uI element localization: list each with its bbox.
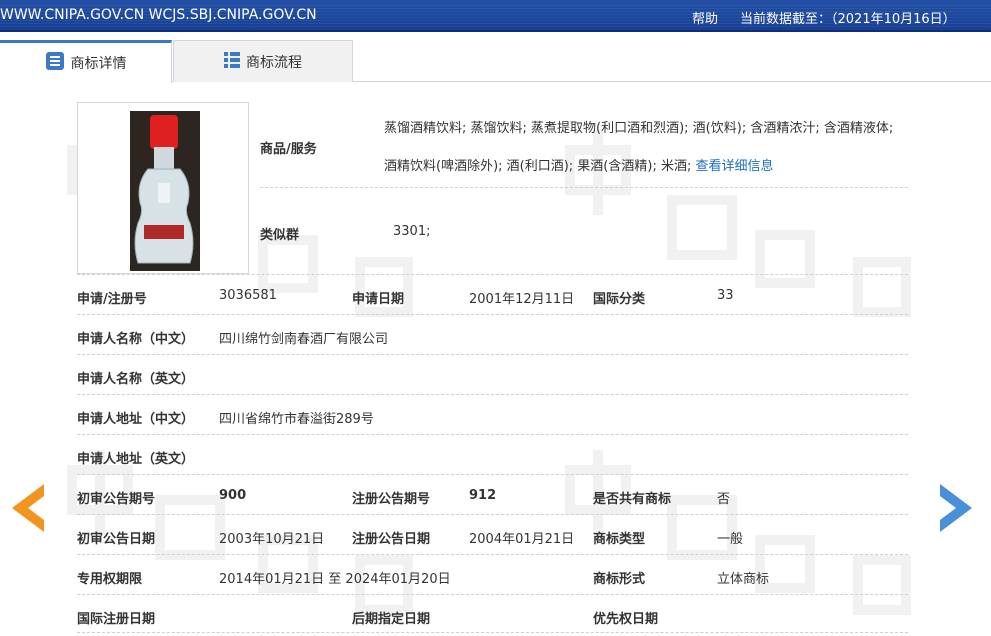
tm-type-value: 一般 [717, 532, 744, 547]
address-en-label: 申请人地址（英文） [77, 452, 195, 467]
divider [77, 474, 908, 475]
divider [260, 187, 908, 188]
later-date-label: 后期指定日期 [352, 612, 431, 627]
applicant-cn-label: 申请人名称（中文） [77, 332, 195, 347]
exclusive-period-label: 专用权期限 [77, 572, 143, 587]
reg-pub-no-label: 注册公告期号 [352, 492, 431, 507]
reg-pub-date-label: 注册公告日期 [352, 532, 431, 547]
divider [77, 554, 908, 555]
divider [77, 274, 908, 275]
divider [77, 434, 908, 435]
prelim-date-label: 初审公告日期 [77, 532, 156, 547]
goods-list: 蒸馏酒精饮料; 蒸馏饮料; 蒸煮提取物(利口酒和烈酒); 酒(饮料); 含酒精浓… [384, 121, 894, 174]
divider [77, 354, 908, 355]
reg-pub-no-value: 912 [469, 488, 497, 503]
trademark-detail-page: WWW.CNIPA.GOV.CN WCJS.SBJ.CNIPA.GOV.CN 帮… [0, 0, 991, 636]
goods-services: 蒸馏酒精饮料; 蒸馏饮料; 蒸煮提取物(利口酒和烈酒); 酒(饮料); 含酒精浓… [384, 110, 909, 186]
prev-record-button[interactable] [10, 482, 46, 538]
reg-pub-date-value: 2004年01月21日 [469, 532, 575, 547]
shared-value: 否 [717, 492, 731, 507]
trademark-image [77, 102, 249, 274]
priority-date-label: 优先权日期 [593, 612, 659, 627]
divider [77, 394, 908, 395]
apply-date-value: 2001年12月11日 [469, 292, 575, 307]
applicant-en-label: 申请人名称（英文） [77, 372, 195, 387]
arrow-right-icon [940, 484, 972, 532]
applicant-cn-value: 四川绵竹剑南春酒厂有限公司 [219, 332, 389, 347]
intl-class-value: 33 [717, 288, 734, 303]
address-cn-label: 申请人地址（中文） [77, 412, 195, 427]
next-record-button[interactable] [938, 482, 974, 538]
similar-group-value: 3301; [393, 224, 431, 239]
tm-form-label: 商标形式 [593, 572, 646, 587]
divider [77, 514, 908, 515]
intl-class-label: 国际分类 [593, 292, 646, 307]
apply-date-label: 申请日期 [352, 292, 405, 307]
prelim-date-value: 2003年10月21日 [219, 532, 325, 547]
arrow-left-icon [12, 484, 44, 532]
address-cn-value: 四川省绵竹市春溢街289号 [219, 412, 374, 427]
prelim-no-value: 900 [219, 488, 247, 503]
prelim-no-label: 初审公告期号 [77, 492, 156, 507]
tm-form-value: 立体商标 [717, 572, 770, 587]
intl-reg-date-label: 国际注册日期 [77, 612, 156, 627]
reg-no-value: 3036581 [219, 288, 277, 303]
tm-type-label: 商标类型 [593, 532, 646, 547]
bottle-image [130, 111, 200, 271]
divider [77, 314, 908, 315]
divider [77, 632, 908, 633]
exclusive-period-value: 2014年01月21日 至 2024年01月20日 [219, 572, 451, 587]
reg-no-label: 申请/注册号 [77, 292, 147, 307]
goods-label: 商品/服务 [260, 142, 317, 157]
divider [77, 594, 908, 595]
similar-group-label: 类似群 [260, 228, 300, 243]
view-details-link[interactable]: 查看详细信息 [696, 159, 774, 174]
shared-label: 是否共有商标 [593, 492, 672, 507]
